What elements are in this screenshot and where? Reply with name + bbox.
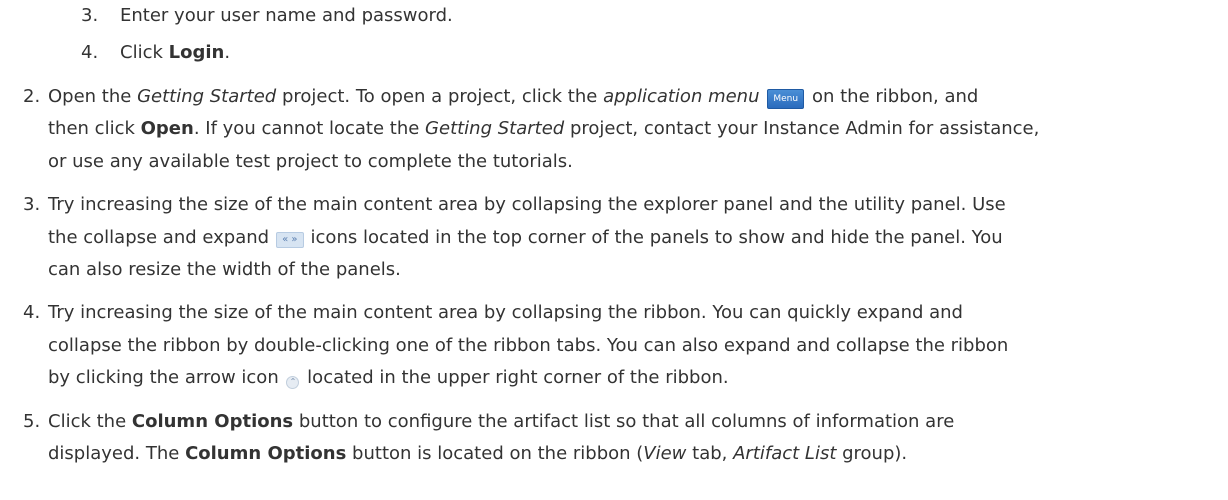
arrow-up-icon: ⌃ [286, 376, 300, 389]
login-term: Login [168, 42, 225, 63]
step-5-line-1: Click the Column Options button to confi… [48, 411, 955, 432]
step-2-line-3: or use any available test project to com… [48, 151, 573, 172]
step-3-line-2: the collapse and expand « » icons locate… [48, 227, 1003, 248]
step-number: 2. [23, 86, 41, 107]
substep-number: 3. [81, 5, 99, 26]
step-number: 4. [23, 302, 41, 323]
collapse-expand-icon: « » [275, 232, 304, 248]
substep-text: Enter your user name and password. [120, 5, 453, 26]
substep-text: Click Login. [120, 42, 231, 63]
step-2-line-2: then click Open. If you cannot locate th… [48, 118, 1040, 139]
substep-number: 4. [81, 42, 99, 63]
step-number: 5. [23, 411, 41, 432]
step-4-line-2: collapse the ribbon by double-clicking o… [48, 335, 1009, 356]
step-4-line-3: by clicking the arrow icon ⌃ located in … [48, 367, 729, 389]
document-page: 3. Enter your user name and password. 4.… [0, 0, 1228, 500]
step-3-line-3: can also resize the width of the panels. [48, 259, 401, 280]
step-number: 3. [23, 194, 41, 215]
step-3-line-1: Try increasing the size of the main cont… [48, 194, 1006, 215]
application-menu-icon: Menu [767, 89, 805, 109]
step-5-line-2: displayed. The Column Options button is … [48, 443, 908, 464]
step-2-line-1: Open the Getting Started project. To ope… [48, 86, 979, 109]
step-4-line-1: Try increasing the size of the main cont… [48, 302, 963, 323]
